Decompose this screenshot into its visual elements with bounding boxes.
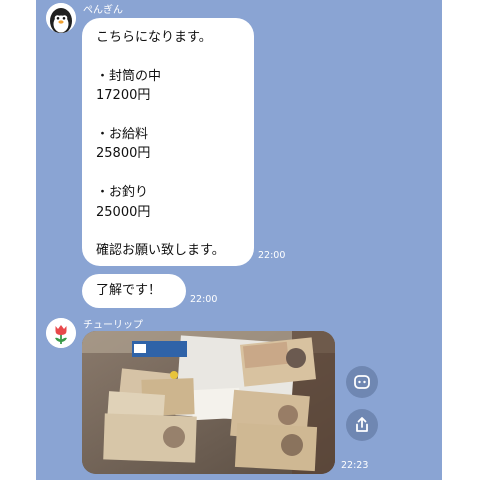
message-time: 22:00 [190, 294, 218, 305]
sender-name: ぺんぎん [83, 5, 123, 16]
share-photo-button[interactable] [346, 409, 378, 441]
share-icon [356, 417, 368, 432]
save-photo-button[interactable] [346, 366, 378, 398]
sender-name: チューリップ [83, 320, 143, 331]
avatar[interactable] [46, 3, 76, 33]
tulip-icon [46, 318, 76, 348]
banknotes-photo [82, 331, 335, 474]
penguin-icon [46, 3, 76, 33]
message-bubble[interactable]: 了解です！ [82, 274, 186, 308]
photo-attachment[interactable] [82, 331, 335, 474]
save-icon [354, 375, 370, 389]
avatar[interactable] [46, 318, 76, 348]
message-time: 22:00 [258, 250, 286, 261]
message-bubble[interactable]: こちらになります。 ・封筒の中 17200円 ・お給料 25800円 ・お釣り … [82, 18, 254, 266]
chat-area: ぺんぎん こちらになります。 ・封筒の中 17200円 ・お給料 25800円 … [36, 0, 442, 480]
message-time: 22:23 [341, 460, 369, 471]
